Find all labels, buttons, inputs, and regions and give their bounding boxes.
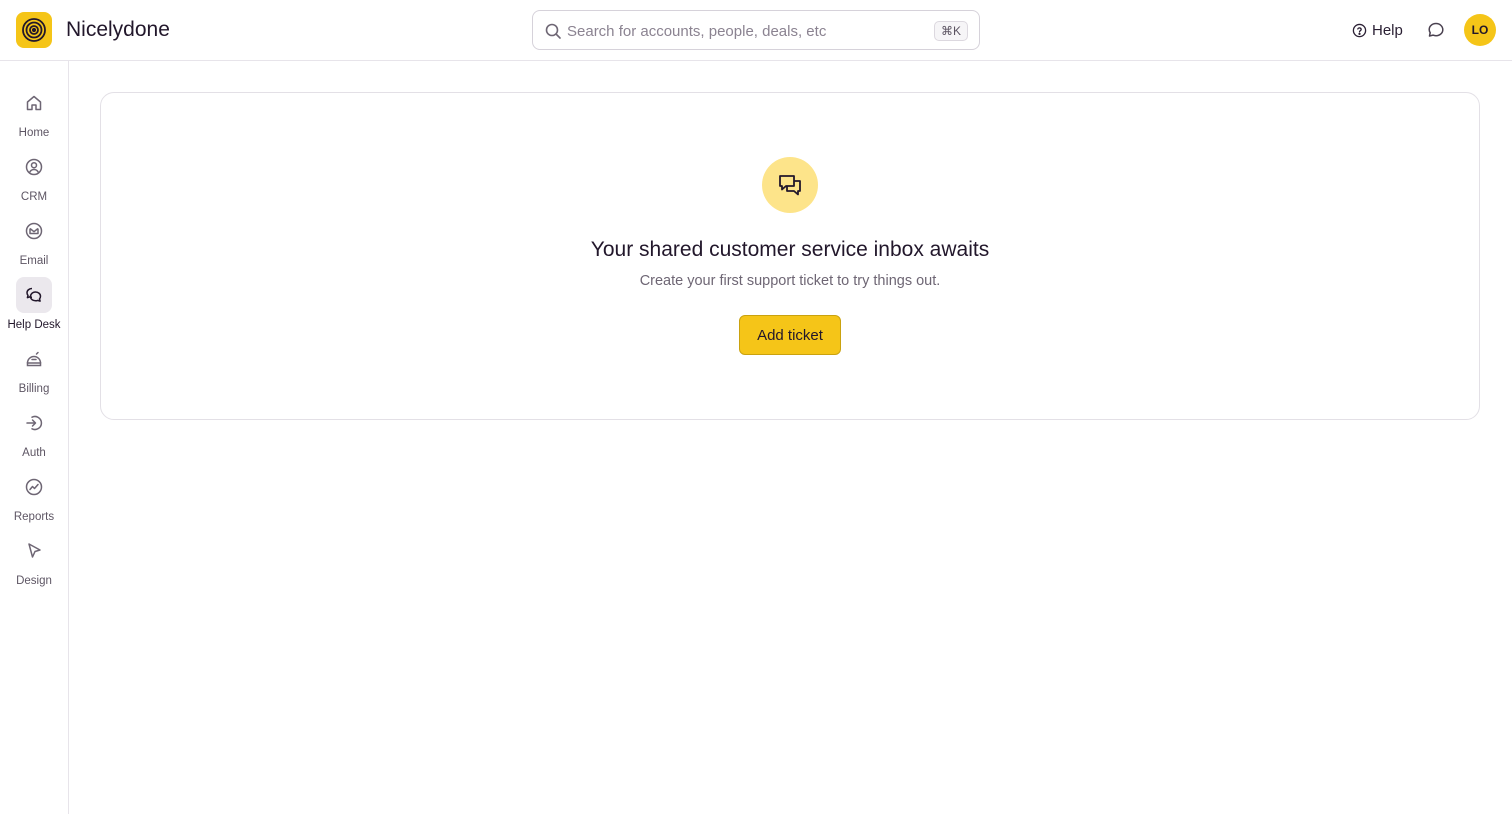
mail-icon	[16, 213, 52, 249]
search-icon	[545, 23, 561, 39]
help-button[interactable]: Help	[1352, 18, 1403, 42]
sidebar-item-auth[interactable]: Auth	[0, 405, 68, 463]
sidebar: Home CRM Email Help Desk Billing Auth Re…	[0, 61, 69, 814]
user-avatar[interactable]: LO	[1464, 14, 1496, 46]
sidebar-item-email[interactable]: Email	[0, 213, 68, 271]
question-circle-icon	[1352, 23, 1367, 37]
spiral-logo-icon[interactable]	[16, 12, 52, 48]
sidebar-item-label: Home	[18, 127, 50, 139]
help-label: Help	[1372, 21, 1403, 39]
user-circle-icon	[16, 149, 52, 185]
chat-bubble-icon[interactable]	[1425, 19, 1447, 41]
top-bar: Nicelydone ⌘K Help LO	[0, 0, 1512, 61]
conversation-icon	[762, 157, 818, 213]
sidebar-item-home[interactable]: Home	[0, 85, 68, 143]
sidebar-item-label: Email	[19, 255, 49, 267]
sidebar-item-label: Help Desk	[7, 319, 61, 331]
sidebar-item-label: Billing	[18, 383, 50, 395]
cursor-icon	[16, 533, 52, 569]
sidebar-item-reports[interactable]: Reports	[0, 469, 68, 527]
search-input[interactable]	[567, 19, 927, 43]
sidebar-item-label: Design	[16, 575, 52, 587]
sidebar-item-label: CRM	[20, 191, 48, 203]
sidebar-item-crm[interactable]: CRM	[0, 149, 68, 207]
billing-icon	[16, 341, 52, 377]
global-search[interactable]: ⌘K	[532, 10, 980, 50]
chat-bubbles-icon	[16, 277, 52, 313]
sidebar-item-help-desk[interactable]: Help Desk	[0, 277, 68, 335]
trend-icon	[16, 469, 52, 505]
sidebar-item-label: Auth	[22, 447, 46, 459]
brand-name[interactable]: Nicelydone	[66, 16, 170, 44]
search-shortcut-badge: ⌘K	[933, 21, 968, 41]
login-icon	[16, 405, 52, 441]
empty-state-title: Your shared customer service inbox await…	[590, 238, 990, 261]
sidebar-item-design[interactable]: Design	[0, 533, 68, 591]
sidebar-item-billing[interactable]: Billing	[0, 341, 68, 399]
empty-state-subtitle: Create your first support ticket to try …	[639, 273, 941, 289]
add-ticket-button[interactable]: Add ticket	[739, 315, 841, 355]
home-icon	[16, 85, 52, 121]
empty-state-card: Your shared customer service inbox await…	[100, 92, 1480, 420]
sidebar-item-label: Reports	[13, 511, 55, 523]
